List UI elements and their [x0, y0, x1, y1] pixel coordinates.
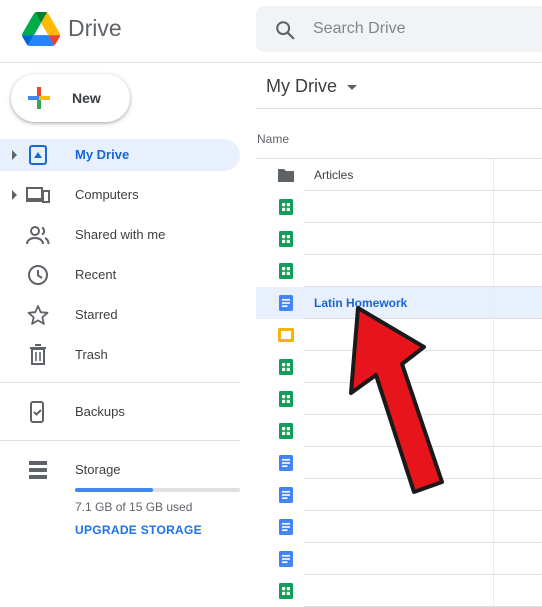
new-button[interactable]: New	[11, 74, 130, 122]
docs-icon	[279, 295, 293, 311]
sidebar-item-shared[interactable]: Shared with me	[0, 219, 240, 251]
file-row[interactable]	[256, 575, 542, 607]
drive-logo-icon[interactable]	[22, 12, 60, 46]
slides-icon	[278, 328, 294, 342]
row-column-divider	[493, 511, 494, 542]
sidebar-item-storage[interactable]: Storage	[0, 454, 240, 486]
sidebar-item-label: Backups	[75, 404, 125, 419]
new-button-label: New	[72, 90, 101, 106]
folder-icon	[278, 169, 294, 182]
sidebar-item-label: Recent	[75, 267, 117, 282]
backups-icon	[30, 401, 44, 423]
row-column-divider	[493, 191, 494, 222]
search-input[interactable]: Search Drive	[313, 20, 405, 38]
row-column-divider	[493, 543, 494, 574]
sheets-icon	[279, 231, 293, 247]
search-icon[interactable]	[274, 19, 296, 41]
my-drive-icon	[29, 145, 47, 165]
sidebar-item-starred[interactable]: Starred	[0, 299, 240, 331]
storage-meter	[75, 488, 240, 492]
file-row[interactable]	[256, 511, 542, 543]
search-bar[interactable]: Search Drive	[256, 6, 542, 52]
sheets-icon	[279, 359, 293, 375]
storage-meter-fill	[75, 488, 154, 492]
file-row[interactable]	[256, 223, 542, 255]
star-icon	[27, 305, 49, 325]
row-column-divider	[493, 319, 494, 350]
docs-icon	[279, 551, 293, 567]
docs-icon	[279, 455, 293, 471]
docs-icon	[279, 519, 293, 535]
plus-icon	[28, 87, 50, 109]
sidebar-divider	[0, 440, 240, 441]
app-name: Drive	[68, 15, 122, 41]
expand-caret-icon[interactable]	[12, 150, 17, 160]
upgrade-storage-link[interactable]: UPGRADE STORAGE	[75, 523, 202, 537]
sidebar-item-label: Shared with me	[75, 227, 166, 242]
row-column-divider	[493, 351, 494, 382]
breadcrumb-dropdown-icon[interactable]	[347, 85, 357, 90]
sheets-icon	[279, 199, 293, 215]
sidebar-item-backups[interactable]: Backups	[0, 396, 240, 428]
row-column-divider	[493, 447, 494, 478]
sidebar-item-label: Computers	[75, 187, 139, 202]
expand-caret-icon[interactable]	[12, 190, 17, 200]
sheets-icon	[279, 391, 293, 407]
header-divider	[256, 108, 542, 109]
sidebar-item-trash[interactable]: Trash	[0, 339, 240, 371]
sidebar-item-label: Trash	[75, 347, 108, 362]
storage-icon	[29, 461, 47, 479]
breadcrumb[interactable]: My Drive	[266, 76, 337, 97]
row-column-divider	[493, 575, 494, 606]
annotation-arrow	[349, 306, 444, 494]
sidebar-item-label: Starred	[75, 307, 118, 322]
file-row[interactable]	[256, 255, 542, 287]
sidebar-item-label: Storage	[75, 462, 121, 477]
sidebar-item-my-drive[interactable]: My Drive	[0, 139, 240, 171]
column-header-name[interactable]: Name	[257, 132, 289, 146]
row-column-divider	[493, 479, 494, 510]
file-row[interactable]	[256, 191, 542, 223]
computers-icon	[26, 187, 50, 203]
row-column-divider	[493, 287, 494, 318]
storage-used-text: 7.1 GB of 15 GB used	[75, 500, 193, 514]
sheets-icon	[279, 583, 293, 599]
row-column-divider	[493, 223, 494, 254]
file-name: Articles	[314, 168, 354, 182]
sheets-icon	[279, 423, 293, 439]
clock-icon	[28, 265, 48, 285]
top-bar: Drive Search Drive	[0, 0, 542, 63]
sidebar-item-recent[interactable]: Recent	[0, 259, 240, 291]
sidebar-item-label: My Drive	[75, 147, 130, 162]
file-row[interactable]: Articles	[256, 159, 542, 191]
row-column-divider	[493, 383, 494, 414]
sidebar-item-computers[interactable]: Computers	[0, 179, 240, 211]
docs-icon	[279, 487, 293, 503]
sidebar-divider	[0, 382, 240, 383]
sheets-icon	[279, 263, 293, 279]
row-column-divider	[493, 255, 494, 286]
row-column-divider	[493, 415, 494, 446]
file-row[interactable]	[256, 543, 542, 575]
shared-icon	[26, 226, 50, 245]
row-column-divider	[493, 159, 494, 190]
trash-icon	[30, 344, 46, 365]
